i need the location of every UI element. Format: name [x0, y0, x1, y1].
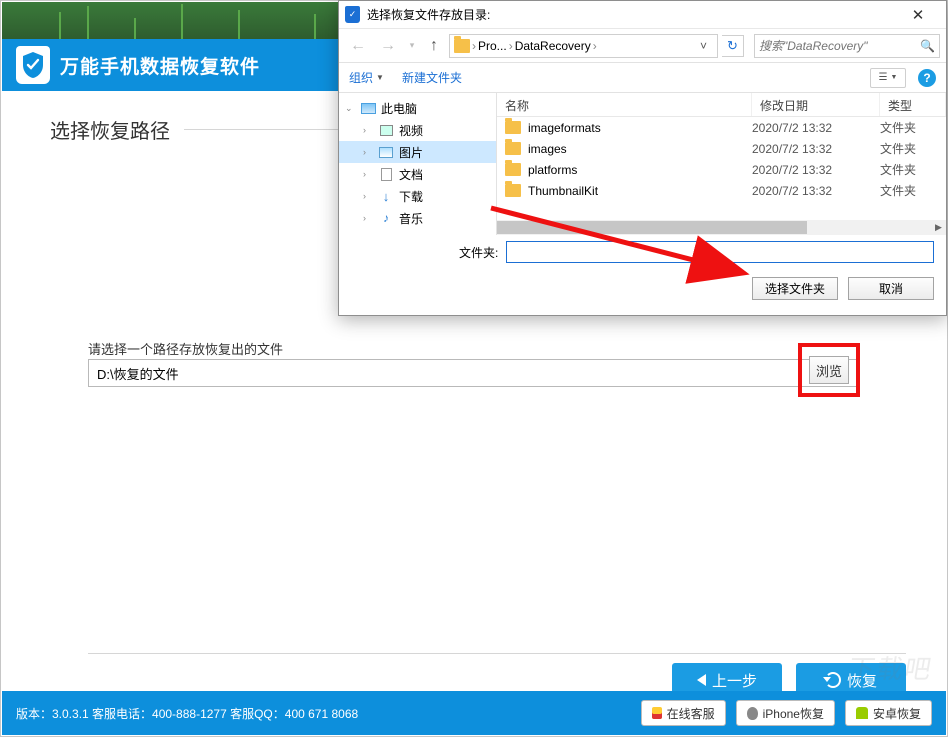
folder-icon	[505, 142, 521, 155]
tree-item-picture[interactable]: ›图片	[339, 141, 496, 163]
file-type: 文件夹	[880, 140, 946, 157]
download-icon: ↓	[378, 189, 394, 203]
dialog-titlebar: 选择恢复文件存放目录: ✕	[339, 1, 946, 29]
chevron-down-icon: ▼	[376, 73, 384, 82]
dialog-nav: ← → ▾ ↑ › Pro... › DataRecovery › ˅ ↻ 🔍	[339, 29, 946, 63]
view-mode-button[interactable]: ☰ ▼	[870, 68, 906, 88]
android-icon	[856, 707, 868, 719]
music-icon: ♪	[378, 211, 394, 225]
file-type: 文件夹	[880, 161, 946, 178]
path-label: 请选择一个路径存放恢复出的文件	[88, 339, 283, 358]
footer-info: 版本：3.0.3.1 客服电话：400-888-1277 客服QQ：400 67…	[16, 705, 358, 722]
folder-dialog: 选择恢复文件存放目录: ✕ ← → ▾ ↑ › Pro... › DataRec…	[338, 0, 947, 316]
cancel-button[interactable]: 取消	[848, 277, 934, 300]
search-box[interactable]: 🔍	[754, 34, 940, 58]
caret-down-icon: ⌄	[345, 103, 355, 114]
folder-icon	[505, 184, 521, 197]
breadcrumb-dropdown[interactable]: ˅	[694, 39, 713, 53]
file-row[interactable]: images2020/7/2 13:32文件夹	[497, 138, 946, 159]
path-input[interactable]	[88, 359, 858, 387]
search-icon[interactable]: 🔍	[920, 39, 935, 53]
footer: 版本：3.0.3.1 客服电话：400-888-1277 客服QQ：400 67…	[2, 691, 946, 735]
file-list: 名称 修改日期 类型 imageformats2020/7/2 13:32文件夹…	[497, 93, 946, 235]
file-name: imageformats	[528, 121, 752, 135]
col-name[interactable]: 名称	[497, 93, 752, 116]
dialog-icon	[345, 6, 360, 23]
tree-item-download[interactable]: ›↓下载	[339, 185, 496, 207]
caret-right-icon: ›	[363, 147, 373, 157]
caret-right-icon: ›	[363, 191, 373, 201]
breadcrumb[interactable]: › Pro... › DataRecovery › ˅	[449, 34, 718, 58]
file-row[interactable]: ThumbnailKit2020/7/2 13:32文件夹	[497, 180, 946, 201]
search-input[interactable]	[759, 39, 920, 53]
file-row[interactable]: imageformats2020/7/2 13:32文件夹	[497, 117, 946, 138]
organize-menu[interactable]: 组织 ▼	[349, 69, 384, 86]
apple-icon	[747, 707, 758, 720]
refresh-button[interactable]: ↻	[722, 35, 744, 57]
app-title: 万能手机数据恢复软件	[60, 52, 260, 79]
col-type[interactable]: 类型	[880, 93, 946, 116]
tree-item-document[interactable]: ›文档	[339, 163, 496, 185]
file-date: 2020/7/2 13:32	[752, 142, 880, 156]
section-title: 选择恢复路径	[50, 115, 170, 144]
folder-icon	[454, 39, 470, 53]
android-recover-button[interactable]: 安卓恢复	[845, 700, 932, 726]
folder-icon	[505, 121, 521, 134]
col-date[interactable]: 修改日期	[752, 93, 880, 116]
dialog-title: 选择恢复文件存放目录:	[367, 6, 490, 23]
refresh-icon	[825, 672, 841, 688]
folder-icon	[505, 163, 521, 176]
scrollbar-thumb[interactable]	[497, 221, 807, 234]
file-name: ThumbnailKit	[528, 184, 752, 198]
browse-highlight: 浏览	[798, 343, 860, 397]
qq-icon	[652, 707, 662, 719]
new-folder-button[interactable]: 新建文件夹	[402, 69, 462, 86]
recover-button-label: 恢复	[847, 670, 877, 691]
folder-field-label: 文件夹:	[459, 244, 498, 261]
file-name: images	[528, 142, 752, 156]
breadcrumb-seg[interactable]: Pro...	[478, 39, 507, 53]
chevron-right-icon: ›	[509, 39, 513, 53]
caret-right-icon: ›	[363, 213, 373, 223]
help-button[interactable]: ?	[918, 69, 936, 87]
online-support-button[interactable]: 在线客服	[641, 700, 726, 726]
divider	[88, 653, 906, 654]
file-name: platforms	[528, 163, 752, 177]
scroll-right-icon[interactable]: ▶	[931, 220, 946, 235]
close-button[interactable]: ✕	[896, 2, 940, 28]
iphone-recover-button[interactable]: iPhone恢复	[736, 700, 835, 726]
prev-button-label: 上一步	[712, 670, 757, 691]
tree-item-video[interactable]: ›视频	[339, 119, 496, 141]
nav-back-button[interactable]: ←	[345, 34, 371, 58]
nav-forward-button: →	[375, 34, 401, 58]
tree-item-thispc[interactable]: ⌄此电脑	[339, 97, 496, 119]
tree-item-music[interactable]: ›♪音乐	[339, 207, 496, 229]
arrow-left-icon	[697, 674, 706, 686]
file-type: 文件夹	[880, 119, 946, 136]
dialog-toolbar: 组织 ▼ 新建文件夹 ☰ ▼ ?	[339, 63, 946, 93]
app-logo-icon	[16, 46, 50, 84]
nav-up-button[interactable]: ↑	[423, 35, 445, 57]
file-row[interactable]: platforms2020/7/2 13:32文件夹	[497, 159, 946, 180]
caret-right-icon: ›	[363, 169, 373, 179]
nav-history-dropdown[interactable]: ▾	[405, 34, 419, 58]
chevron-right-icon: ›	[472, 39, 476, 53]
folder-tree[interactable]: ⌄此电脑 ›视频 ›图片 ›文档 ›↓下载 ›♪音乐	[339, 93, 497, 235]
chevron-right-icon: ›	[593, 39, 597, 53]
folder-name-input[interactable]	[506, 241, 934, 263]
browse-button[interactable]: 浏览	[809, 356, 849, 384]
horizontal-scrollbar[interactable]: ▶	[497, 220, 946, 235]
breadcrumb-seg[interactable]: DataRecovery	[515, 39, 591, 53]
select-folder-button[interactable]: 选择文件夹	[752, 277, 838, 300]
file-date: 2020/7/2 13:32	[752, 184, 880, 198]
file-date: 2020/7/2 13:32	[752, 163, 880, 177]
caret-right-icon: ›	[363, 125, 373, 135]
file-date: 2020/7/2 13:32	[752, 121, 880, 135]
file-type: 文件夹	[880, 182, 946, 199]
file-list-header[interactable]: 名称 修改日期 类型	[497, 93, 946, 117]
